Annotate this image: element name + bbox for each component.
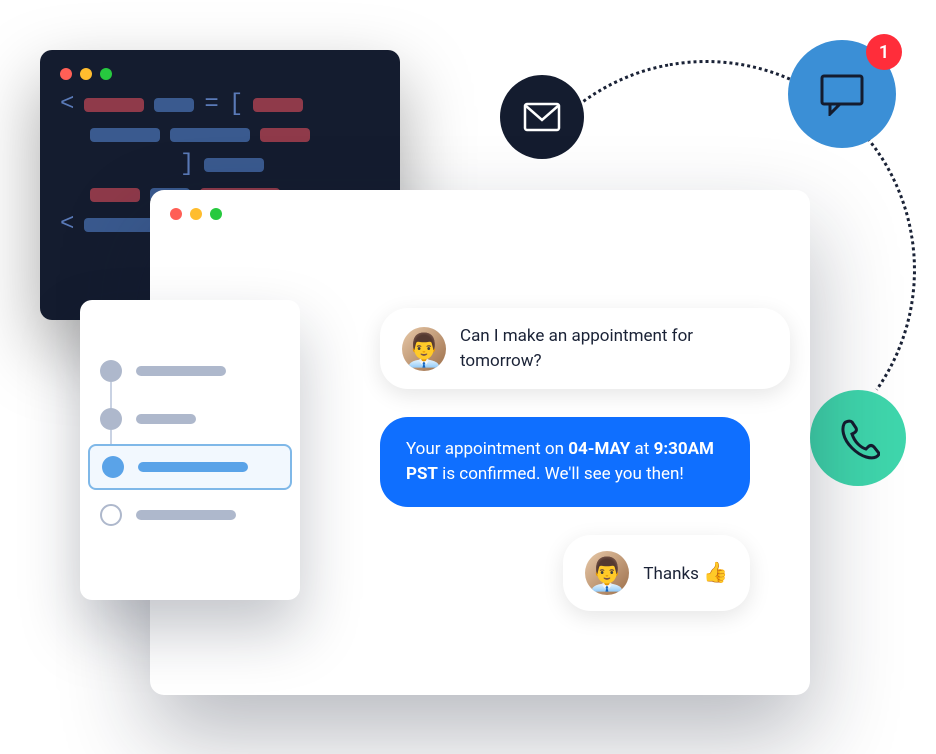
step-dot-icon [100, 504, 122, 526]
message-outgoing: Your appointment on 04-MAY at 9:30AM PST… [380, 417, 750, 506]
workflow-step[interactable] [100, 504, 280, 526]
code-line: ] [60, 158, 380, 172]
workflow-step[interactable] [100, 408, 280, 430]
step-dot-icon [100, 360, 122, 382]
phone-icon [836, 416, 880, 460]
message-text: Thanks 👍 [643, 558, 728, 587]
close-dot[interactable] [60, 68, 72, 80]
minimize-dot[interactable] [80, 68, 92, 80]
phone-channel-badge[interactable] [810, 390, 906, 486]
maximize-dot[interactable] [100, 68, 112, 80]
maximize-dot[interactable] [210, 208, 222, 220]
thumbs-up-emoji: 👍 [703, 560, 728, 584]
notification-badge: 1 [866, 34, 902, 70]
message-incoming: Can I make an appointment for tomorrow? [380, 308, 790, 389]
minimize-dot[interactable] [190, 208, 202, 220]
step-label-placeholder [136, 366, 226, 376]
workflow-step-selected[interactable] [88, 444, 292, 490]
close-dot[interactable] [170, 208, 182, 220]
workflow-step[interactable] [100, 360, 280, 382]
mail-icon [523, 102, 561, 132]
mail-channel-badge[interactable] [500, 75, 584, 159]
step-label-placeholder [136, 414, 196, 424]
chat-icon [818, 72, 866, 116]
step-label-placeholder [138, 462, 248, 472]
window-controls [170, 208, 790, 220]
code-line: < = [ [60, 98, 380, 112]
window-controls [60, 68, 380, 80]
message-text: Your appointment on 04-MAY at 9:30AM PST… [406, 437, 724, 486]
chat-channel-badge[interactable]: 1 [788, 40, 896, 148]
avatar [402, 327, 446, 371]
code-line [60, 128, 380, 142]
step-dot-icon [102, 456, 124, 478]
step-label-placeholder [136, 510, 236, 520]
message-incoming: Thanks 👍 [563, 535, 750, 611]
step-dot-icon [100, 408, 122, 430]
message-text: Can I make an appointment for tomorrow? [460, 324, 768, 373]
workflow-steps-card [80, 300, 300, 600]
avatar [585, 551, 629, 595]
